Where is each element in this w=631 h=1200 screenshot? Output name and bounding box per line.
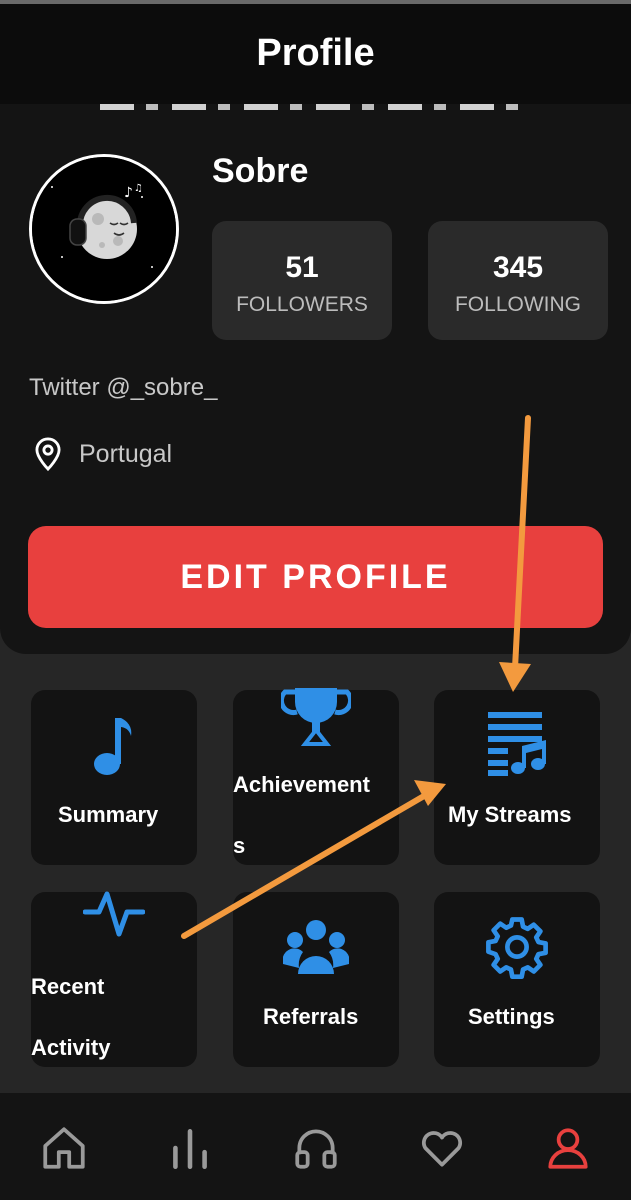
svg-text:♫: ♫ [134, 183, 143, 194]
bottom-tab-bar [0, 1093, 631, 1200]
tile-label-achievements-line2: s [233, 833, 246, 858]
tile-my-streams[interactable]: My Streams [434, 690, 600, 865]
tab-home[interactable] [34, 1118, 94, 1178]
followers-label: FOLLOWERS [236, 293, 368, 316]
tile-label-referrals: Referrals [263, 1004, 359, 1029]
profile-card: ♪ ♫ Sobre 51 FOLLOWERS 345 FOLLOWING Twi… [0, 104, 631, 654]
bio-text: Twitter @_sobre_ [29, 374, 218, 401]
playlist-icon [488, 712, 546, 776]
followers-count: 51 [285, 251, 319, 284]
home-icon [43, 1127, 85, 1169]
tile-label-summary: Summary [58, 802, 159, 827]
headphones-icon [295, 1129, 337, 1169]
banner-image-edge [100, 104, 530, 110]
tile-summary[interactable]: Summary [31, 690, 197, 865]
tile-label-settings: Settings [468, 1004, 555, 1029]
group-icon [283, 920, 349, 974]
avatar[interactable]: ♪ ♫ [29, 154, 179, 304]
stats-icon [173, 1129, 207, 1170]
following-label: FOLLOWING [454, 293, 581, 316]
tab-stats[interactable] [160, 1118, 220, 1178]
followers-stat[interactable]: 51 FOLLOWERS [212, 221, 392, 340]
moon-headphones-avatar-icon: ♪ ♫ [32, 157, 176, 301]
following-stat[interactable]: 345 FOLLOWING [428, 221, 608, 340]
location-pin-icon [35, 437, 61, 472]
following-count: 345 [492, 251, 544, 284]
tab-favorites[interactable] [412, 1118, 472, 1178]
annotation-arrowhead-down [499, 662, 531, 692]
tile-label-recent-line1: Recent [31, 974, 105, 999]
user-icon [548, 1128, 588, 1169]
tile-label-recent-line2: Activity [31, 1035, 111, 1060]
username: Sobre [212, 152, 309, 190]
svg-text:♪: ♪ [124, 185, 133, 201]
page-title: Profile [256, 32, 375, 74]
edit-profile-button[interactable]: EDIT PROFILE [28, 526, 603, 628]
music-note-icon [94, 718, 132, 775]
location-text: Portugal [79, 439, 173, 468]
header-bar: Profile [0, 4, 631, 106]
activity-pulse-icon [83, 891, 145, 937]
gear-icon [486, 917, 548, 980]
tab-profile[interactable] [538, 1118, 598, 1178]
trophy-icon [281, 688, 351, 746]
tile-recent-activity[interactable]: Recent Activity [31, 891, 197, 1067]
tile-achievements[interactable]: Achievement s [233, 688, 399, 865]
heart-icon [421, 1131, 463, 1167]
tile-referrals[interactable]: Referrals [233, 892, 399, 1067]
location: Portugal [29, 434, 172, 474]
tile-label-my-streams: My Streams [448, 802, 572, 827]
tab-listening[interactable] [286, 1118, 346, 1178]
tile-settings[interactable]: Settings [434, 892, 600, 1067]
tile-label-achievements-line1: Achievement [233, 772, 370, 797]
